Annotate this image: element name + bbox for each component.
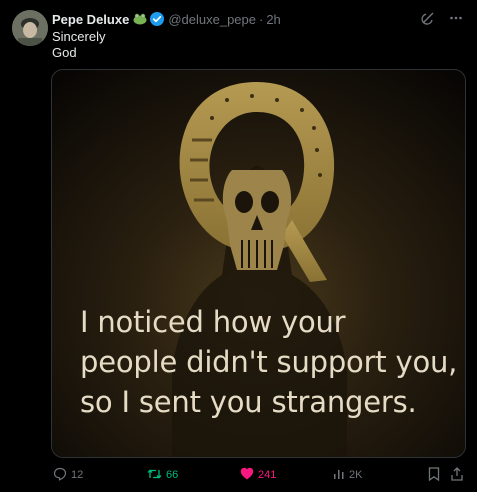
reply-button[interactable]: 12: [53, 466, 83, 484]
post-actions: 12 66 241 2K: [51, 466, 464, 484]
post-text-line: Sincerely: [52, 29, 106, 44]
like-button[interactable]: 241: [240, 466, 276, 484]
reply-icon: [53, 467, 67, 484]
caption-line: I noticed how your: [80, 305, 346, 339]
bookmark-button[interactable]: [428, 466, 440, 484]
post-text-line: God: [52, 45, 77, 60]
repost-icon: [147, 467, 162, 484]
grok-icon[interactable]: [421, 11, 435, 30]
post-top-actions: [421, 11, 463, 30]
share-button[interactable]: [451, 466, 463, 484]
verified-badge-icon: [150, 12, 165, 26]
post-text: Sincerely God: [52, 29, 105, 61]
caption-line: so I sent you strangers.: [80, 385, 417, 419]
like-icon: [240, 467, 254, 483]
repost-button[interactable]: 66: [147, 466, 178, 484]
author-handle[interactable]: @deluxe_pepe: [168, 12, 256, 27]
like-count: 241: [258, 469, 277, 481]
share-icon: [451, 466, 463, 484]
post-timestamp[interactable]: 2h: [266, 12, 280, 27]
repost-count: 66: [166, 469, 179, 481]
image-caption: I noticed how your people didn't support…: [80, 302, 460, 422]
separator-dot: ·: [258, 11, 264, 27]
views-button[interactable]: 2K: [333, 466, 362, 484]
emoji-frog-icon: [133, 13, 147, 25]
views-count: 2K: [349, 469, 363, 481]
post-image[interactable]: I noticed how your people didn't support…: [51, 69, 466, 458]
views-icon: [333, 468, 345, 483]
more-icon[interactable]: [449, 11, 463, 30]
reply-count: 12: [71, 469, 84, 481]
bookmark-icon: [428, 466, 440, 484]
post-header: Pepe Deluxe @deluxe_pepe · 2h: [52, 11, 281, 27]
avatar[interactable]: [12, 10, 48, 46]
caption-line: people didn't support you,: [80, 345, 458, 379]
author-name[interactable]: Pepe Deluxe: [52, 12, 129, 27]
